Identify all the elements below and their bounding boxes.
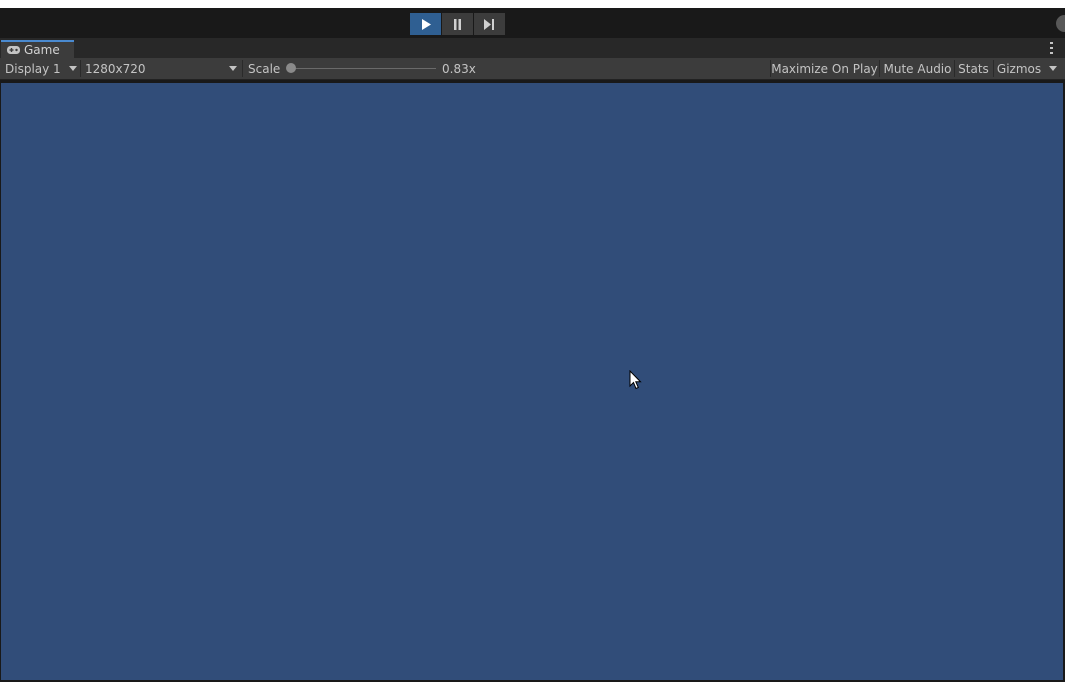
- window-top-edge: [0, 0, 1065, 8]
- display-value: Display 1: [5, 61, 61, 76]
- tab-bar: Game: [0, 38, 1065, 58]
- more-options-icon[interactable]: [1050, 42, 1053, 54]
- play-button[interactable]: [410, 13, 441, 35]
- tab-game[interactable]: Game: [1, 40, 74, 58]
- mouse-cursor-icon: [629, 370, 642, 390]
- maximize-on-play-toggle[interactable]: Maximize On Play: [771, 58, 878, 79]
- playmode-controls: [410, 13, 506, 35]
- step-button[interactable]: [474, 13, 505, 35]
- divider: [993, 60, 994, 77]
- chevron-down-icon: [69, 66, 77, 71]
- game-view-toolbar: Display 1 1280x720 Scale 0.83x Maximize …: [0, 58, 1065, 80]
- scale-slider-track[interactable]: [292, 68, 436, 69]
- game-viewport[interactable]: [1, 83, 1063, 680]
- chevron-down-icon: [229, 66, 237, 71]
- divider: [242, 60, 243, 77]
- display-dropdown[interactable]: Display 1: [5, 58, 79, 79]
- divider: [879, 60, 880, 77]
- account-icon[interactable]: [1056, 15, 1065, 32]
- scale-value: 0.83x: [442, 61, 476, 76]
- gizmos-dropdown[interactable]: [1045, 58, 1063, 79]
- resolution-dropdown[interactable]: 1280x720: [85, 58, 240, 79]
- divider: [954, 60, 955, 77]
- pause-button[interactable]: [442, 13, 473, 35]
- play-icon: [421, 18, 431, 30]
- pause-icon: [454, 18, 461, 30]
- scale-slider-handle[interactable]: [286, 63, 296, 73]
- divider: [80, 60, 81, 77]
- gizmos-toggle[interactable]: Gizmos: [995, 58, 1043, 79]
- mute-audio-toggle[interactable]: Mute Audio: [882, 58, 953, 79]
- chevron-down-icon: [1049, 66, 1057, 71]
- resolution-value: 1280x720: [85, 61, 146, 76]
- step-icon: [484, 18, 494, 30]
- scale-label: Scale: [248, 61, 281, 76]
- gamepad-icon: [7, 46, 20, 54]
- main-toolbar: [0, 8, 1065, 38]
- tab-label: Game: [24, 43, 60, 57]
- stats-toggle[interactable]: Stats: [956, 58, 991, 79]
